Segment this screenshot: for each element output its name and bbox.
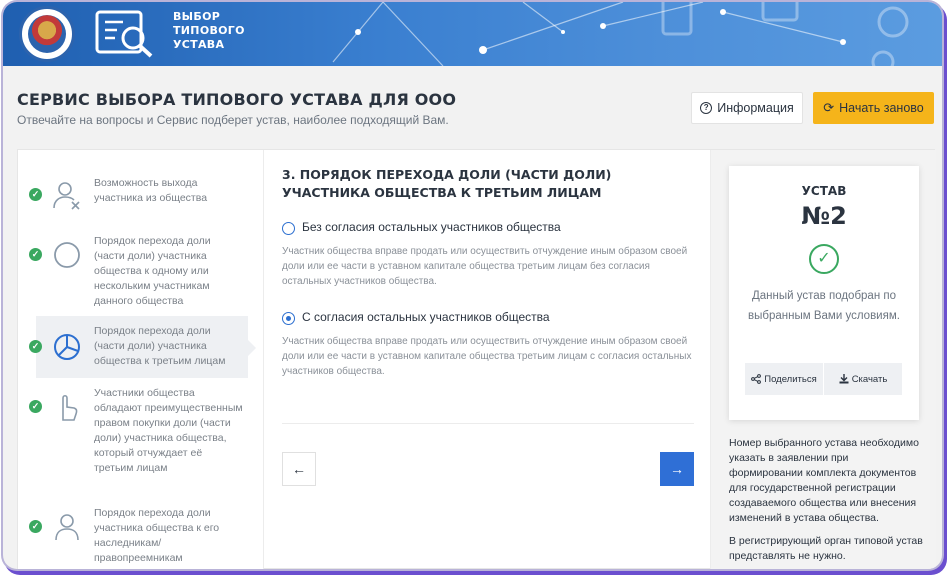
next-button[interactable]: →	[660, 452, 694, 486]
question-icon: ?	[700, 102, 713, 114]
fns-logo	[19, 6, 75, 62]
check-icon: ✓	[29, 520, 42, 533]
check-icon: ✓	[29, 248, 42, 261]
result-card: УСТАВ №2 ✓ Данный устав подобран по выбр…	[729, 166, 919, 420]
step-text: Порядок перехода доли (части доли) участ…	[94, 235, 211, 307]
check-icon: ✓	[29, 340, 42, 353]
share-button-label: Поделиться	[764, 373, 817, 385]
divider	[282, 423, 694, 424]
users-icon	[55, 514, 79, 541]
question-title: 3. ПОРЯДОК ПЕРЕХОДА ДОЛИ (ЧАСТИ ДОЛИ) УЧ…	[282, 167, 612, 200]
refresh-icon: ⟳	[823, 100, 835, 115]
main-panel: ✓ Возможность выхода участника из общест…	[17, 149, 936, 569]
circle-icon	[54, 242, 80, 268]
radio-button-selected[interactable]	[282, 312, 295, 325]
radio-button[interactable]	[282, 222, 295, 235]
step-text: Порядок перехода доли (части доли) участ…	[94, 325, 226, 367]
service-name: Выбор типового устава	[173, 10, 245, 51]
arrow-right-icon: →	[670, 461, 684, 477]
step-text: Порядок перехода доли участника общества…	[94, 507, 220, 564]
step-text: Возможность выхода участника из общества	[94, 177, 208, 204]
step-text: Участники общества обладают преимуществе…	[94, 387, 243, 474]
option-description: Участник общества вправе продать или осу…	[282, 336, 692, 377]
download-button-label: Скачать	[851, 373, 888, 385]
info-button[interactable]: ? Информация	[691, 92, 803, 124]
info-button-label: Информация	[717, 101, 794, 115]
result-note-no-submission: В регистрирующий орган типовой устав пре…	[729, 535, 923, 562]
header-banner: Выбор типового устава	[3, 2, 942, 66]
service-document-search-icon	[95, 10, 153, 58]
arrow-left-icon: ←	[292, 461, 306, 477]
option-label[interactable]: Без согласия остальных участников общест…	[302, 220, 561, 234]
download-icon	[839, 374, 849, 384]
share-icon	[751, 374, 762, 384]
prev-button[interactable]: ←	[282, 452, 316, 486]
active-step-pointer	[248, 340, 256, 356]
result-column: УСТАВ №2 ✓ Данный устав подобран по выбр…	[710, 150, 936, 569]
download-button[interactable]: Скачать	[824, 363, 902, 395]
user-exit-icon	[53, 182, 80, 210]
hand-pointer-icon	[62, 394, 78, 421]
pie-chart-icon	[54, 334, 80, 360]
result-note: Номер выбранного устава необходимо указа…	[729, 436, 925, 569]
restart-button[interactable]: ⟳ Начать заново	[813, 92, 934, 124]
page-subtitle: Отвечайте на вопросы и Сервис подберет у…	[17, 113, 449, 127]
option-label[interactable]: С согласия остальных участников общества	[302, 310, 550, 324]
check-circle-icon: ✓	[809, 244, 839, 274]
share-button[interactable]: Поделиться	[745, 363, 823, 395]
result-number: №2	[801, 202, 847, 230]
browser-frame: Выбор типового устава СЕРВИС ВЫБОРА ТИПО…	[3, 2, 942, 569]
result-note-registration: Номер выбранного устава необходимо указа…	[729, 437, 919, 524]
option-description: Участник общества вправе продать или осу…	[282, 246, 688, 287]
page-title: СЕРВИС ВЫБОРА ТИПОВОГО УСТАВА ДЛЯ ООО	[17, 90, 457, 109]
restart-button-label: Начать заново	[839, 101, 924, 115]
check-icon: ✓	[29, 188, 42, 201]
check-icon: ✓	[29, 400, 42, 413]
result-label: УСТАВ	[801, 184, 847, 198]
steps-sidebar: ✓ Возможность выхода участника из общест…	[18, 150, 264, 569]
result-text: Данный устав подобран по выбранным Вами …	[748, 290, 900, 322]
